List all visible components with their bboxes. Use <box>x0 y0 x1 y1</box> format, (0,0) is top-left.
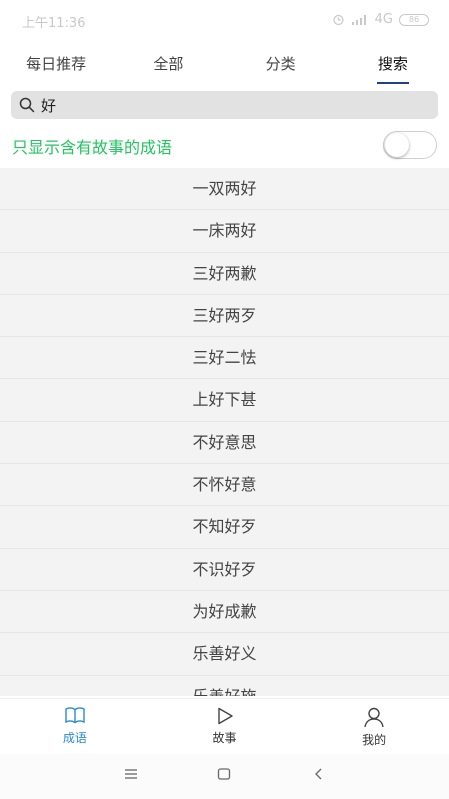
search-bar <box>11 91 438 119</box>
list-item[interactable]: 一双两好 <box>0 168 449 211</box>
list-item[interactable]: 为好成歉 <box>0 591 449 634</box>
play-icon <box>217 707 233 725</box>
top-tabs: 每日推荐 全部 分类 搜索 <box>0 40 449 86</box>
list-item[interactable]: 不怀好意 <box>0 464 449 507</box>
list-item[interactable]: 三好两歉 <box>0 253 449 295</box>
system-nav-bar <box>0 754 449 799</box>
user-icon <box>364 707 384 728</box>
list-item[interactable]: 不好意思 <box>0 422 449 465</box>
search-icon <box>19 97 35 113</box>
nav-idioms[interactable]: 成语 <box>0 699 150 754</box>
story-filter-toggle[interactable] <box>383 131 437 159</box>
book-icon <box>65 707 85 724</box>
menu-icon[interactable] <box>124 767 138 781</box>
back-icon[interactable] <box>312 767 326 781</box>
nav-stories[interactable]: 故事 <box>150 699 300 754</box>
toggle-knob <box>385 133 409 157</box>
tab-search[interactable]: 搜索 <box>337 40 449 86</box>
idiom-list: 一双两好 一床两好 三好两歉 三好两歹 三好二怯 上好下甚 不好意思 不怀好意 … <box>0 168 449 696</box>
tab-all[interactable]: 全部 <box>112 40 224 86</box>
list-item[interactable]: 三好二怯 <box>0 337 449 380</box>
list-item[interactable]: 上好下甚 <box>0 379 449 422</box>
search-input[interactable] <box>41 96 421 114</box>
network-type: 4G <box>374 12 393 27</box>
nav-mine[interactable]: 我的 <box>299 699 449 754</box>
nav-idioms-label: 成语 <box>62 731 87 745</box>
list-item[interactable]: 不识好歹 <box>0 549 449 591</box>
status-time: 上午11:36 <box>22 16 86 31</box>
nav-mine-label: 我的 <box>362 733 387 747</box>
list-item[interactable]: 乐善好义 <box>0 633 449 676</box>
status-icons: 4G 86 <box>332 12 429 27</box>
story-filter-label: 只显示含有故事的成语 <box>12 138 173 157</box>
tab-category[interactable]: 分类 <box>225 40 337 86</box>
tab-daily[interactable]: 每日推荐 <box>0 40 112 86</box>
status-bar: 上午11:36 4G 86 <box>0 0 449 40</box>
bottom-nav: 成语 故事 我的 <box>0 698 449 754</box>
list-item[interactable]: 三好两歹 <box>0 295 449 338</box>
story-filter-row: 只显示含有故事的成语 <box>0 124 449 166</box>
nav-stories-label: 故事 <box>212 731 237 745</box>
list-item[interactable]: 一床两好 <box>0 210 449 253</box>
list-item[interactable]: 不知好歹 <box>0 506 449 549</box>
battery-icon: 86 <box>399 13 429 26</box>
alarm-icon <box>333 14 344 26</box>
list-item[interactable]: 乐善好施 <box>0 676 449 696</box>
home-icon[interactable] <box>217 767 231 781</box>
signal-icon <box>351 14 366 25</box>
